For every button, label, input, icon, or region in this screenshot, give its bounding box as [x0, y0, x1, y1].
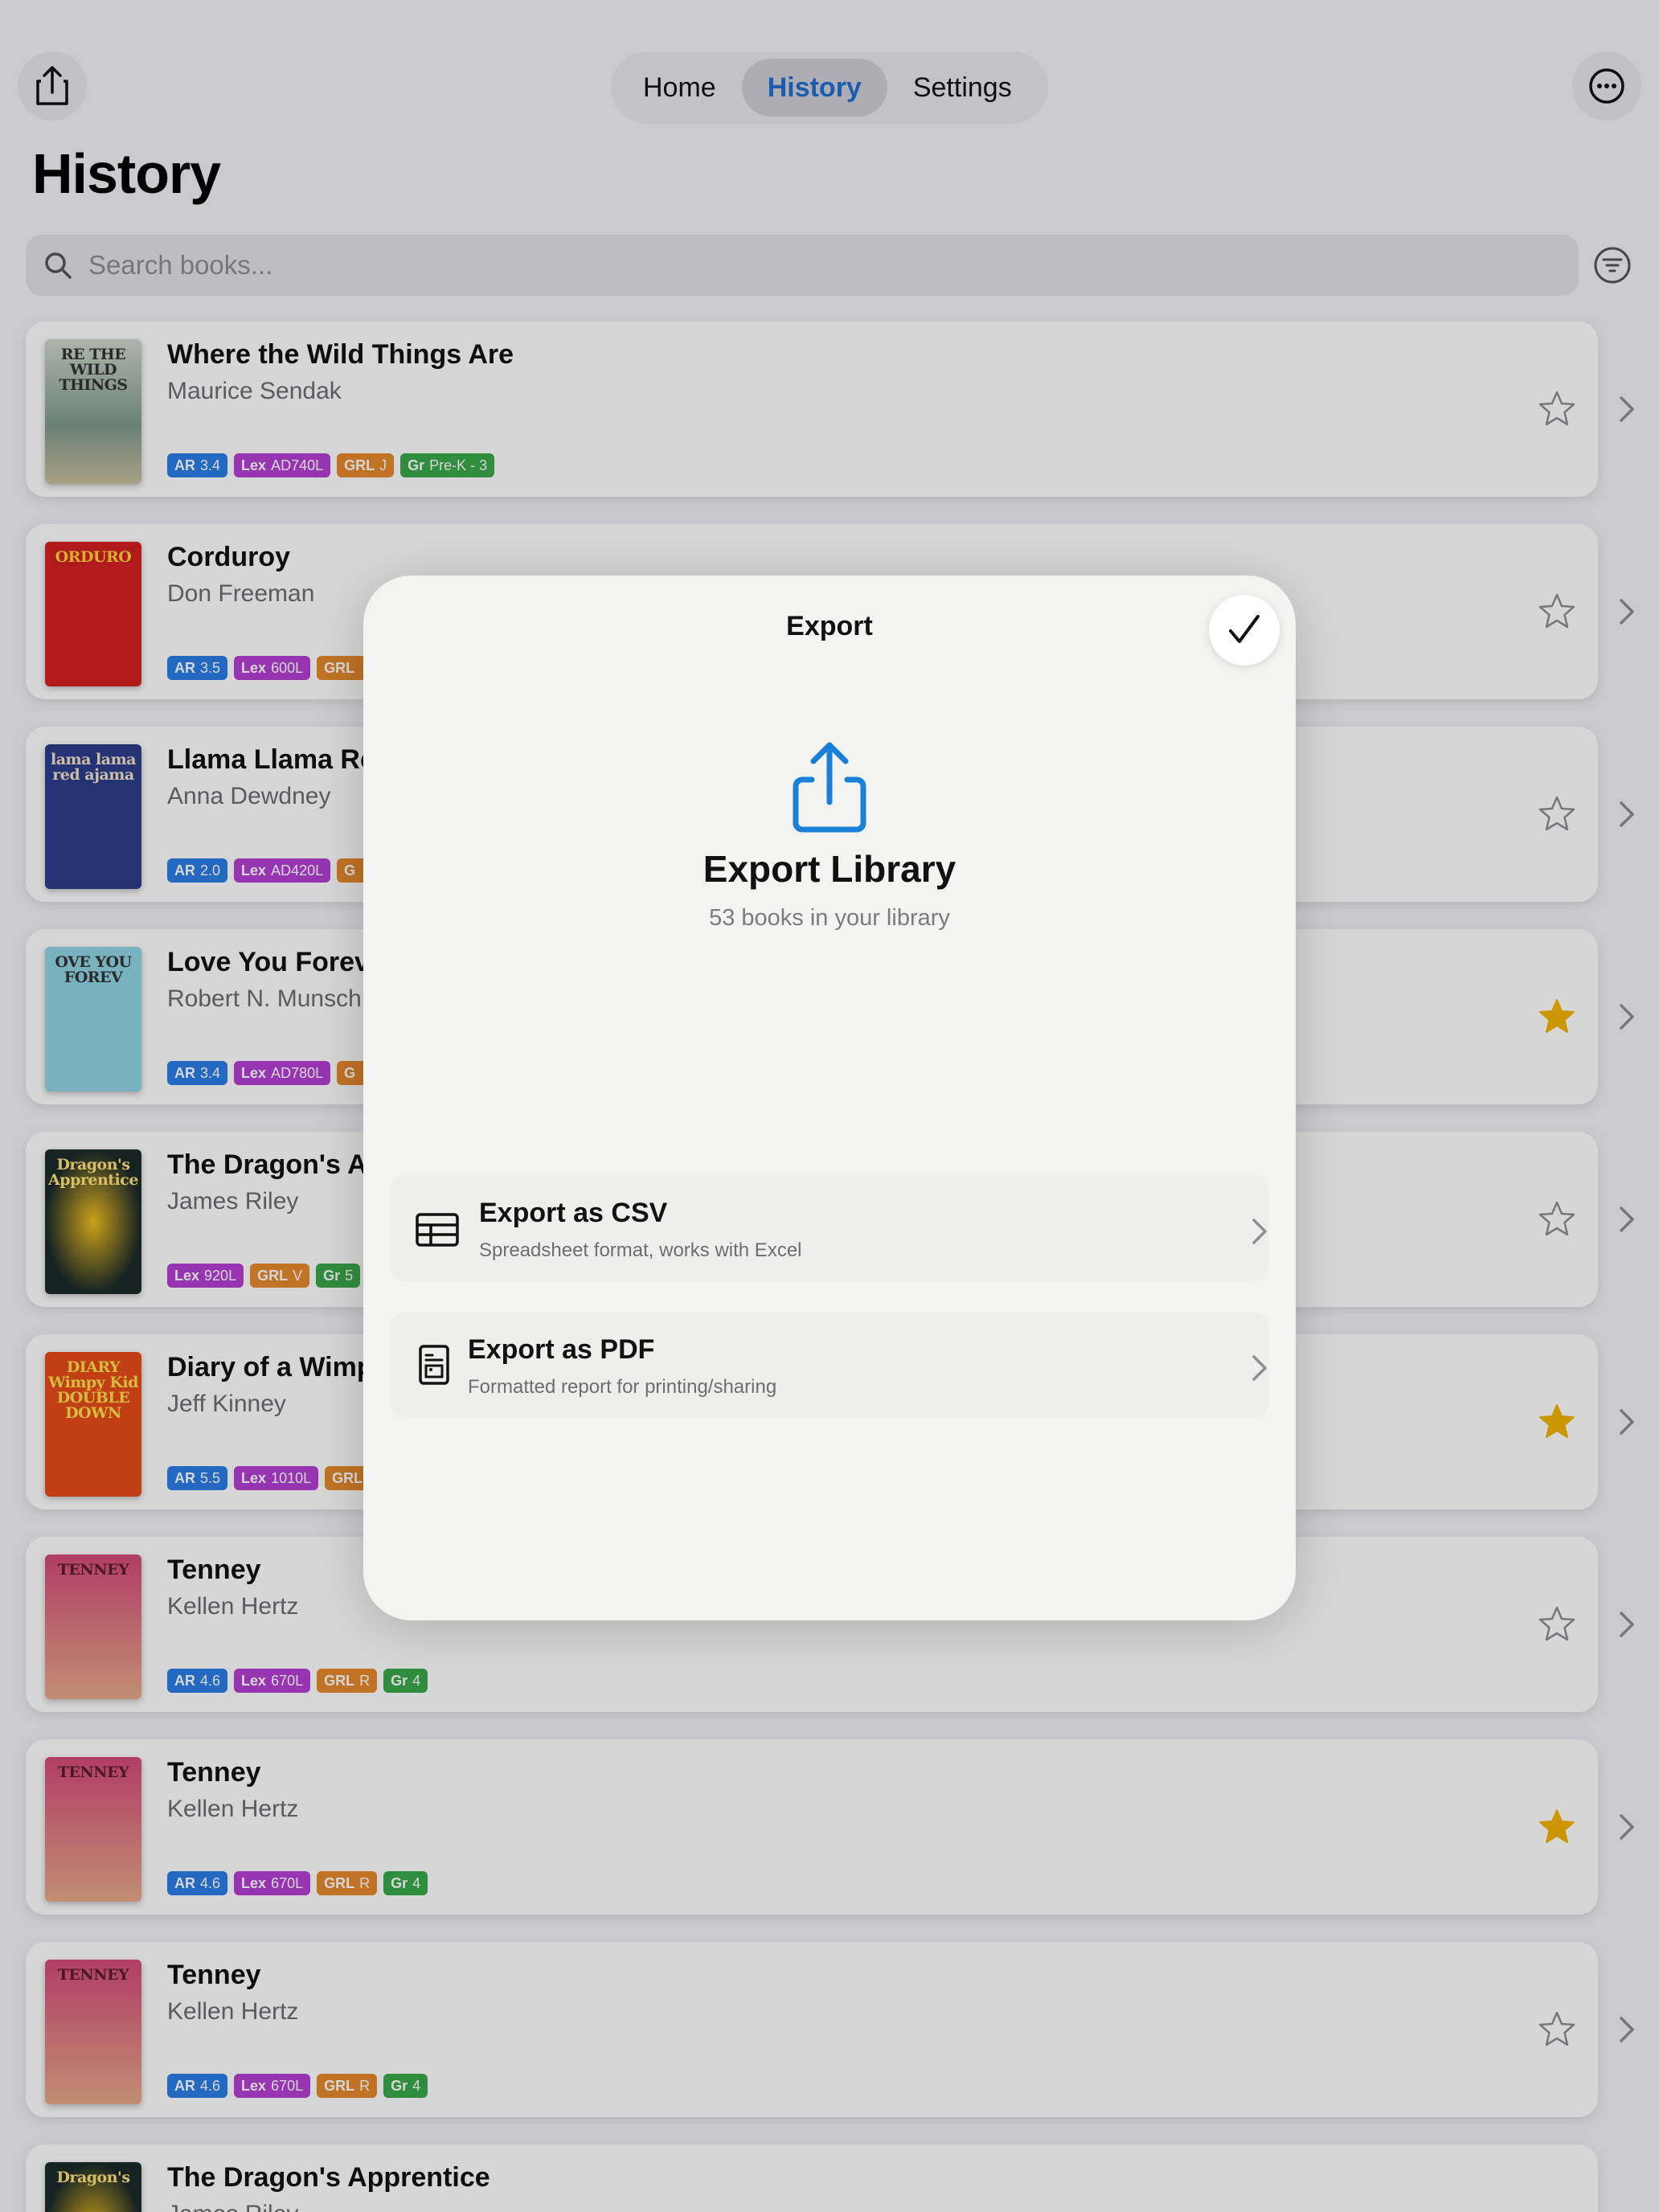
option-description: Formatted report for printing/sharing [468, 1376, 777, 1398]
done-button[interactable] [1209, 595, 1280, 666]
export-pdf-option[interactable]: Export as PDF Formatted report for print… [391, 1312, 1268, 1418]
chevron-right-icon [1252, 1355, 1267, 1381]
sheet-title: Export [786, 611, 873, 641]
document-icon [419, 1345, 449, 1385]
option-title: Export as CSV [479, 1198, 668, 1228]
option-description: Spreadsheet format, works with Excel [479, 1239, 802, 1261]
export-sheet: Export Export Library 53 books in your l… [363, 576, 1296, 1620]
option-title: Export as PDF [468, 1334, 655, 1365]
table-icon [416, 1213, 459, 1247]
share-icon [793, 742, 866, 833]
chevron-right-icon [1252, 1219, 1267, 1244]
export-library-title: Export Library [703, 848, 956, 890]
checkmark-icon [1229, 615, 1260, 643]
library-count: 53 books in your library [709, 905, 950, 931]
export-csv-option[interactable]: Export as CSV Spreadsheet format, works … [391, 1175, 1268, 1281]
